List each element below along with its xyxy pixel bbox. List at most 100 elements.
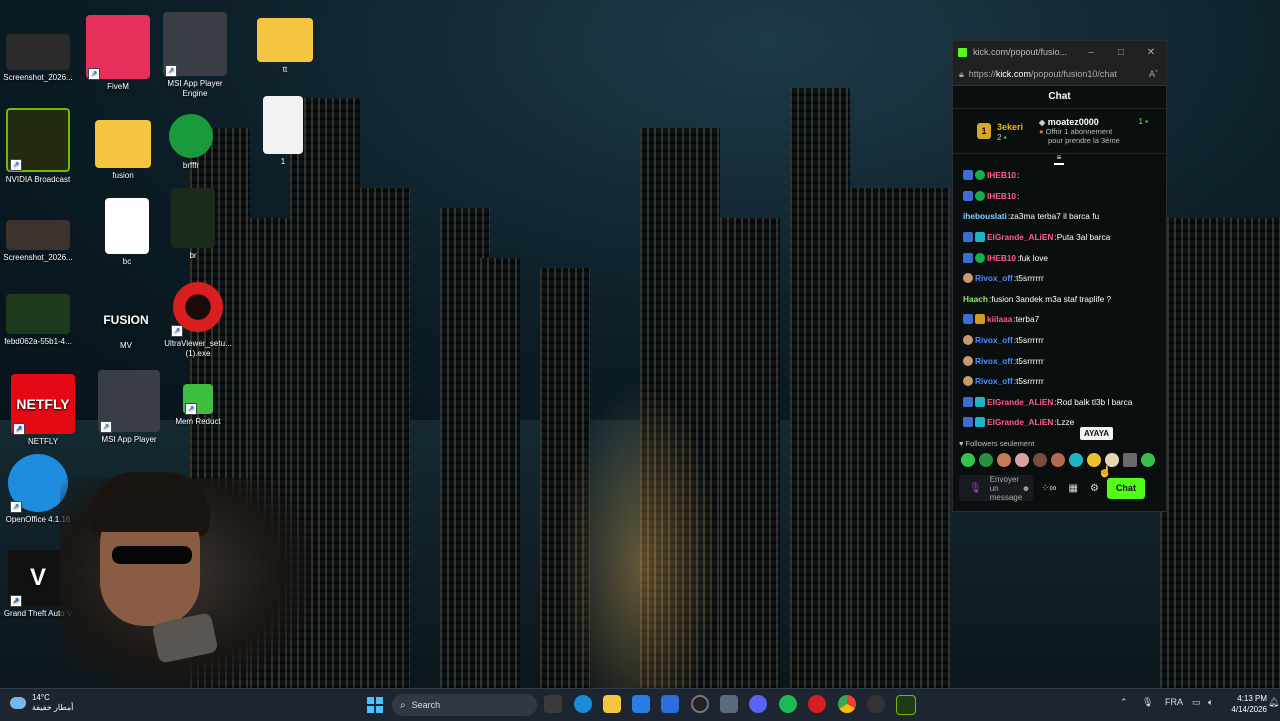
desktop-icon-fusion[interactable]: fusion [85,120,161,181]
taskbar-search-box[interactable]: ⌕ Search [392,694,537,716]
chat-message-input[interactable]: 🎙︎ Envoyer un message ☻ [959,475,1033,502]
emote-icon[interactable] [1051,453,1065,467]
chat-username[interactable]: Rivox_off [975,376,1013,386]
close-icon[interactable]: ✕ [1136,47,1166,58]
chat-username[interactable]: IHEB10 [987,170,1016,180]
task-view-icon[interactable] [544,695,562,713]
shortcut-arrow-icon: ↗ [171,325,183,337]
obs-icon[interactable] [867,695,885,713]
desktop-icon-febd062a[interactable]: febd062a-55b1-4... [0,294,76,347]
desktop-icon-nvidia-broadcast[interactable]: ↗ NVIDIA Broadcast [0,108,76,185]
chat-message-list[interactable]: IHEB10: IHEB10: ihebouslati: za3ma terba… [953,165,1166,433]
chat-message[interactable]: Rivox_off: t5srrrrrr [953,350,1166,371]
outlook-icon[interactable] [632,695,650,713]
desktop-icon-netfly[interactable]: NETFLY ↗ NETFLY [5,374,81,447]
chat-username[interactable]: Rivox_off [975,335,1013,345]
desktop-icon-ultraviewer[interactable]: ↗ UltraViewer_setu... (1).exe [160,278,236,359]
edge-icon[interactable] [574,695,592,713]
address-bar[interactable]: 🔒︎ https://kick.com/popout/fusion10/chat… [953,63,1166,86]
chat-message[interactable]: ihebouslati: za3ma terba7 il barca fu [953,206,1166,227]
top-gifter[interactable]: 3ekeri 2 ▪ [997,121,1023,142]
chat-username[interactable]: ihebouslati [963,211,1007,221]
chat-message[interactable]: Rivox_off: t5srrrrrr [953,330,1166,351]
send-chat-button[interactable]: Chat [1106,477,1145,499]
emote-icon[interactable] [1123,453,1137,467]
chat-message[interactable]: IHEB10: fuk love [953,247,1166,268]
discord-icon[interactable] [749,695,767,713]
desktop-icon-mv[interactable]: FUSION MV [88,302,164,351]
desktop-icon-fivem[interactable]: ↗ FiveM [80,15,156,92]
opera-icon[interactable] [808,695,826,713]
chat-message[interactable]: Rivox_off: t5srrrrrr [953,371,1166,392]
weather-widget[interactable]: 14°C أمطار خفيفة [10,693,73,713]
windows-start-icon[interactable] [367,697,383,713]
notifications-icon[interactable]: 🔔︎ [1268,697,1279,708]
taskbar-clock[interactable]: 4:13 PM 4/14/2026 [1223,693,1267,715]
show-hidden-icons-icon[interactable]: ⌃ [1120,697,1128,708]
cyan-badge-icon [975,396,985,407]
chrome-icon[interactable] [838,695,856,713]
chat-message[interactable]: ElGrande_ALiEN: Rod balk tl3b l barca [953,392,1166,413]
chat-message[interactable]: Haach: fusion 3andek m3a staf traplife ? [953,289,1166,310]
shortcut-arrow-icon: ↗ [10,501,22,513]
reader-mode-icon[interactable]: Aˆ [1149,69,1158,79]
maximize-icon[interactable]: □ [1106,47,1136,58]
desktop-icon-mem-reduct[interactable]: ↗ Mem Reduct [160,384,236,427]
calculator-icon[interactable] [720,695,738,713]
chat-username[interactable]: IHEB10 [987,191,1016,201]
desktop-icon-msi-engine[interactable]: ↗ MSI App Player Engine [157,12,233,99]
minimize-icon[interactable]: – [1076,47,1106,58]
network-icon[interactable]: ▭ [1192,697,1201,708]
desktop-icon-screenshot-2[interactable]: Screenshot_2026... [0,220,76,263]
chat-username[interactable]: Haach [963,294,988,304]
microphone-icon[interactable]: 🎙︎ [1142,697,1153,708]
chat-username[interactable]: ElGrande_ALiEN [987,232,1053,242]
desktop-icon-screenshot-1[interactable]: Screenshot_2026... [0,34,76,83]
volume-icon[interactable]: 🔈︎ [1208,697,1213,708]
input-language[interactable]: FRA [1165,697,1183,707]
emote-icon[interactable] [1033,453,1047,467]
emote-icon[interactable] [1141,453,1155,467]
window-titlebar[interactable]: kick.com/popout/fusio... – □ ✕ [953,41,1166,63]
file-explorer-icon[interactable] [603,695,621,713]
emote-icon[interactable] [1069,453,1083,467]
chat-message[interactable]: IHEB10: [953,186,1166,207]
chat-message[interactable]: Rivox_off: t5srrrrrr [953,268,1166,289]
second-gifter[interactable]: ◆ moatez0000 ● Offrir 1 abonnement pour … [1039,117,1120,145]
nvidia-broadcast-icon[interactable] [896,695,916,715]
spotify-icon[interactable] [779,695,797,713]
emote-icon[interactable] [979,453,993,467]
chat-username[interactable]: kiilaaa [987,314,1012,324]
emote-icon[interactable] [1015,453,1029,467]
emoji-icon[interactable]: ☻ [1022,484,1030,493]
microphone-icon[interactable]: 🎙︎ [969,483,982,494]
green-badge-icon [975,190,985,201]
emote-icon[interactable] [961,453,975,467]
camera-app-icon[interactable] [691,695,709,713]
desktop-icon-msi-app-player[interactable]: ↗ MSI App Player [91,370,167,445]
desktop-icon-br[interactable]: br [155,188,231,261]
store-icon[interactable] [661,695,679,713]
emote-icon[interactable] [997,453,1011,467]
windows-taskbar: 14°C أمطار خفيفة ⌕ Search ⌃ 🎙︎ FRA ▭ 🔈︎ … [0,688,1280,721]
desktop-icon-tt[interactable]: tt [247,18,323,75]
url-text[interactable]: https://kick.com/popout/fusion10/chat [969,69,1149,79]
settings-gear-icon[interactable]: ⚙ [1090,483,1099,494]
chat-message[interactable]: IHEB10: [953,165,1166,186]
chat-username[interactable]: Rivox_off [975,273,1013,283]
chat-username[interactable]: IHEB10 [987,253,1016,263]
store-icon[interactable]: ▦ [1069,483,1078,494]
chat-message[interactable]: kiilaaa: terba7 [953,309,1166,330]
emote-picker-icon[interactable]: ⁘∞ [1041,483,1057,494]
desktop-icon-1[interactable]: 1 [245,96,321,167]
chat-message[interactable]: ElGrande_ALiEN: Lzze [953,412,1166,433]
opera-icon: ↗ [169,278,227,337]
cyan-badge-icon [975,417,985,428]
chat-message[interactable]: ElGrande_ALiEN: Puta 3al barca [953,227,1166,248]
chat-username[interactable]: Rivox_off [975,356,1013,366]
desktop-icon-brfffr[interactable]: brfffr [153,114,229,171]
desktop-icon-bc[interactable]: bc [89,198,165,267]
pinned-expand-icon[interactable]: ≡ [1054,154,1064,165]
chat-username[interactable]: ElGrande_ALiEN [987,397,1053,407]
chat-username[interactable]: ElGrande_ALiEN [987,417,1053,427]
